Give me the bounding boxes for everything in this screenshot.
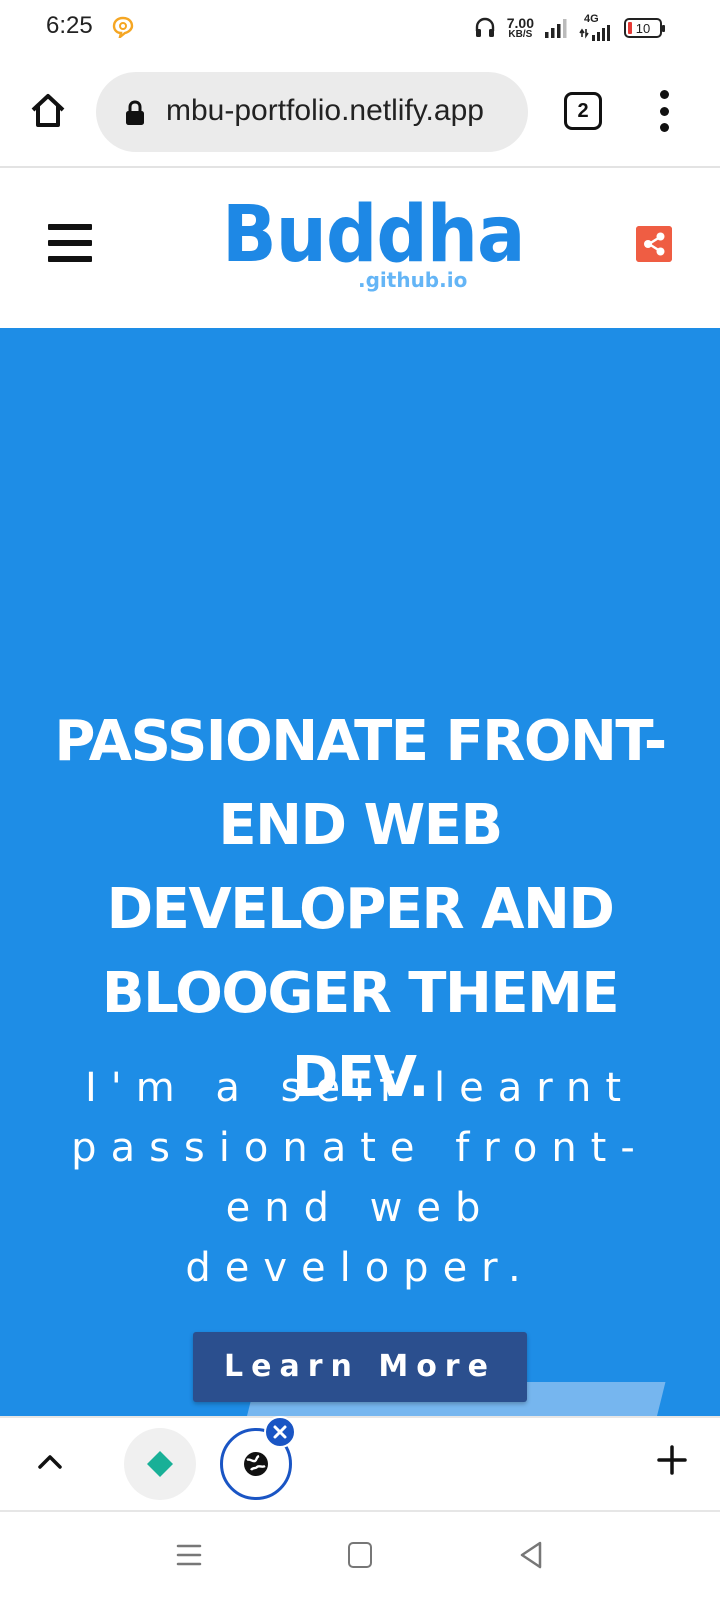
site-favicon-icon [147,1451,173,1477]
hamburger-menu-icon[interactable] [48,224,92,262]
hero-subtitle: I'm a self learnt passionate front-end w… [71,1065,649,1291]
mobile-data-icon: 4G [578,13,614,41]
tab-strip [0,1416,720,1512]
hero-title: PASSIONATE FRONT-END WEB DEVELOPER AND B… [54,709,667,1110]
address-bar[interactable]: mbu-portfolio.netlify.app [96,72,528,152]
logo-sub-text: .github.io [358,268,468,292]
menu-dot [659,90,669,99]
share-icon[interactable] [636,226,672,262]
site-header: Buddha .github.io [0,170,720,328]
home-icon[interactable] [348,1542,372,1568]
home-button[interactable] [28,90,68,130]
system-nav-bar [0,1512,720,1600]
chevron-up-icon[interactable] [34,1446,66,1478]
site-logo[interactable]: Buddha .github.io [222,196,525,296]
screen: 6:25 7.00 KB/S 4G 10 mbu-portfolio.netli… [0,0,720,1600]
signal-icon [545,19,567,38]
battery-icon: 10 [624,18,665,38]
back-icon[interactable] [518,1540,544,1570]
net-speed: 7.00 KB/S [507,16,534,40]
network-type: 4G [584,13,599,25]
overflow-menu-button[interactable] [650,90,678,132]
battery-level: 10 [635,20,651,36]
learn-more-button[interactable]: Learn More [193,1332,527,1402]
headset-icon [475,17,494,37]
recents-icon[interactable] [176,1542,202,1568]
menu-dot [659,123,669,132]
tab-switcher-button[interactable]: 2 [564,92,602,130]
url-text: mbu-portfolio.netlify.app [166,94,484,127]
close-tab-button[interactable] [264,1416,296,1448]
net-speed-unit: KB/S [508,29,533,40]
logo-main-text: Buddha [222,190,525,280]
browser-toolbar: mbu-portfolio.netlify.app 2 [0,56,720,168]
hero-section: PASSIONATE FRONT-END WEB DEVELOPER AND B… [0,328,720,1416]
notification-icon [112,16,134,38]
net-speed-value: 7.00 [506,15,534,31]
menu-dot [659,106,669,116]
close-tab-icon [273,1425,287,1439]
globe-tab-icon [244,1452,268,1476]
status-time: 6:25 [46,12,93,39]
lock-icon [126,100,144,125]
tab-thumbnail[interactable] [124,1428,196,1500]
status-indicators: 7.00 KB/S 4G 10 [473,12,665,44]
status-bar: 6:25 7.00 KB/S 4G 10 [0,0,720,56]
plus-icon[interactable] [656,1444,688,1476]
